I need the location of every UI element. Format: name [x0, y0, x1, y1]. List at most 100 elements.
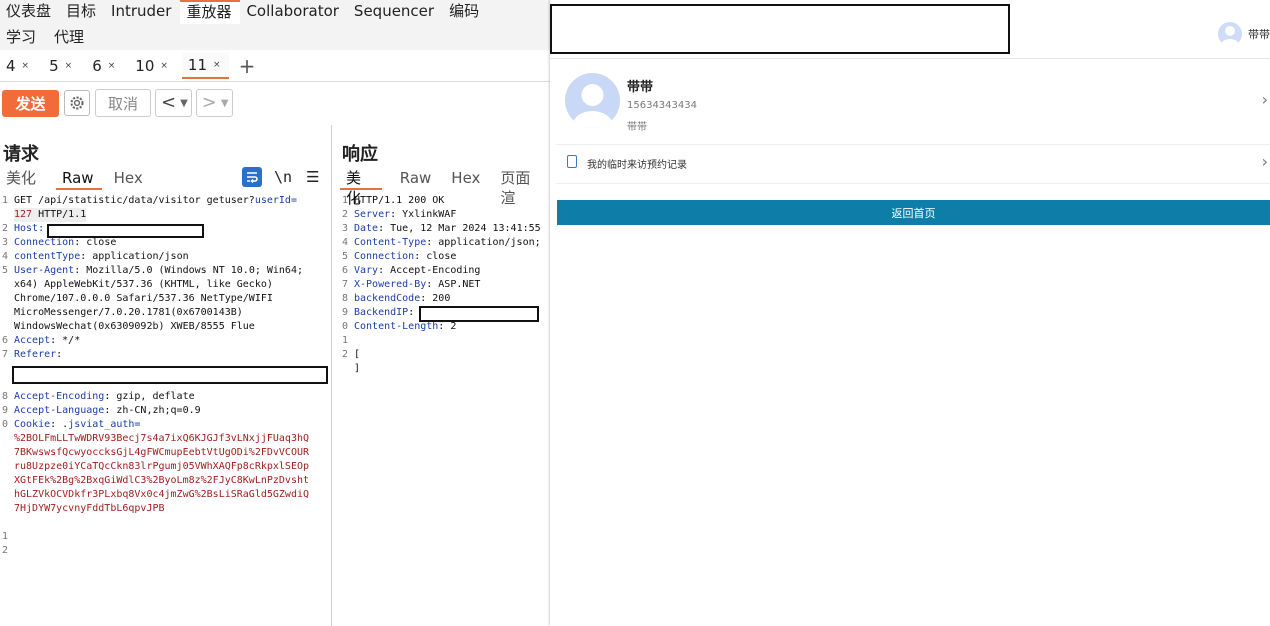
avatar: [565, 73, 620, 128]
redaction-box: [47, 224, 204, 238]
response-tab-hex[interactable]: Hex: [445, 168, 488, 190]
line-number: 3: [2, 237, 9, 248]
response-tab-pretty[interactable]: 美化: [340, 168, 382, 207]
code-line: ru8Uzpze0iYCaTQcCkn83lrPgumj05VWhXAQFp8c…: [14, 461, 310, 472]
code-line: %2BOLFmLLTwWDRV93Becj7s4a7ixQ6KJGJf3vLNx…: [14, 433, 310, 444]
nav-target[interactable]: 目标: [60, 0, 105, 24]
code-line: X-Powered-By: ASP.NET: [354, 279, 481, 290]
line-number: 4: [342, 237, 349, 248]
nav-intruder[interactable]: Intruder: [105, 0, 180, 24]
nav-dashboard[interactable]: 仪表盘: [0, 0, 60, 24]
chevron-down-icon[interactable]: ▼: [221, 98, 229, 109]
code-line: WindowsWechat(0x6309092b) XWEB/8555 Flue: [14, 321, 255, 332]
chevron-left-icon[interactable]: <: [159, 92, 178, 114]
code-line: Connection: close: [354, 251, 457, 262]
menu-icon[interactable]: ☰: [306, 168, 319, 186]
close-icon[interactable]: ×: [213, 60, 221, 70]
code-line: x64) AppleWebKit/537.36 (KHTML, like Gec…: [14, 279, 273, 290]
cancel-button[interactable]: 取消: [95, 89, 151, 117]
newline-toggle-icon[interactable]: \n: [274, 168, 292, 186]
code-line: GET /api/statistic/data/visitor getuser?…: [14, 195, 297, 206]
code-line: contentType: application/json: [14, 251, 189, 262]
response-editor[interactable]: 1 HTTP/1.1 200 OK 2 Server: YxlinkWAF 3 Date:…: [342, 194, 548, 394]
code-line: Vary: Accept-Encoding: [354, 265, 481, 276]
profile-card[interactable]: 带带 15634343434 带带 ›: [556, 60, 1270, 145]
code-line: BackendIP:: [354, 307, 415, 318]
profile-nickname: 带带: [627, 122, 647, 133]
nav-collaborator[interactable]: Collaborator: [240, 0, 347, 24]
header-user-name: 带带: [1248, 28, 1270, 41]
request-editor[interactable]: 1 GET /api/statistic/data/visitor getuser…: [2, 194, 328, 614]
tab-label: 10: [135, 57, 155, 75]
nav-sequencer[interactable]: Sequencer: [348, 0, 443, 24]
request-title: 请求: [3, 144, 39, 165]
code-line: User-Agent: Mozilla/5.0 (Windows NT 10.0…: [14, 265, 303, 276]
code-line: Content-Type: application/json;: [354, 237, 541, 248]
close-icon[interactable]: ×: [65, 61, 73, 71]
line-number: 1: [342, 335, 349, 346]
panel-divider[interactable]: [331, 125, 332, 626]
tab-label: 11: [187, 56, 208, 74]
repeater-tab-10[interactable]: 10 ×: [129, 53, 176, 79]
wechat-header: 带带: [550, 0, 1270, 59]
line-number: 3: [342, 223, 349, 234]
close-icon[interactable]: ×: [108, 61, 116, 71]
line-number: 7: [342, 279, 349, 290]
return-home-button[interactable]: 返回首页: [557, 200, 1270, 225]
repeater-tabs: 4 × 5 × 6 × 10 × 11 × +: [0, 51, 550, 82]
repeater-tab-5[interactable]: 5 ×: [43, 53, 80, 79]
nav-learn[interactable]: 学习: [0, 24, 48, 50]
line-number: 8: [342, 293, 349, 304]
line-number: 8: [2, 391, 9, 402]
request-tab-hex[interactable]: Hex: [108, 168, 151, 190]
chevron-right-icon[interactable]: >: [200, 92, 219, 114]
history-forward[interactable]: > ▼: [195, 89, 233, 117]
avatar-icon: [1218, 22, 1242, 46]
request-view-options: \n ☰: [242, 167, 320, 187]
code-line: XGtFEk%2Bg%2BxqGiWdlC3%2ByoLm8z%2FJyC8Kw…: [14, 475, 310, 486]
code-line: Chrome/107.0.0.0 Safari/537.36 NetType/W…: [14, 293, 273, 304]
line-number: 1: [2, 195, 9, 206]
line-number: 6: [2, 335, 9, 346]
repeater-tab-11[interactable]: 11 ×: [181, 53, 229, 79]
request-tab-pretty[interactable]: 美化: [0, 168, 44, 190]
response-view-tabs: 美化 Raw Hex 页面渲: [340, 168, 550, 207]
line-number: 5: [2, 265, 9, 276]
close-icon[interactable]: ×: [160, 61, 168, 71]
send-button[interactable]: 发送: [2, 89, 59, 117]
request-tab-raw[interactable]: Raw: [56, 168, 102, 190]
redaction-box: [419, 306, 539, 322]
gear-icon[interactable]: [64, 90, 90, 116]
code-line: Cookie: .jsviat_auth=: [14, 419, 141, 430]
line-number: 9: [342, 307, 349, 318]
response-tab-raw[interactable]: Raw: [394, 168, 440, 190]
line-number: 0: [2, 419, 9, 430]
word-wrap-icon[interactable]: [242, 167, 262, 187]
nav-proxy[interactable]: 代理: [48, 24, 96, 50]
line-number: 9: [2, 405, 9, 416]
chevron-down-icon[interactable]: ▼: [180, 98, 188, 109]
top-nav: 仪表盘 目标 Intruder 重放器 Collaborator Sequenc…: [0, 0, 550, 24]
profile-name: 带带: [627, 80, 654, 95]
header-user[interactable]: 带带: [1218, 22, 1270, 46]
code-line: Date: Tue, 12 Mar 2024 13:41:55: [354, 223, 541, 234]
code-line: [: [354, 349, 361, 360]
tab-label: 4: [6, 57, 16, 75]
add-tab-icon[interactable]: +: [239, 53, 256, 79]
close-icon[interactable]: ×: [22, 61, 30, 71]
code-line: Connection: close: [14, 237, 117, 248]
line-number: 5: [342, 251, 349, 262]
nav-repeater[interactable]: 重放器: [180, 0, 241, 24]
repeater-tab-4[interactable]: 4 ×: [0, 53, 37, 79]
repeater-tab-6[interactable]: 6 ×: [86, 53, 123, 79]
tab-label: 6: [92, 57, 102, 75]
wechat-webview: 带带 带带 15634343434 带带 › 我的临时来访预约记录 › 返回首页: [550, 0, 1270, 626]
request-view-tabs: 美化 Raw Hex: [0, 168, 151, 190]
line-number: 2: [342, 349, 349, 360]
code-line: HTTP/1.1 200 OK: [354, 195, 445, 206]
nav-decoder[interactable]: 编码: [443, 0, 488, 24]
code-line: 7BKwswsfQcwyoccksGjL4gFWCmupEebtVtUgODi%…: [14, 447, 310, 458]
response-tab-render[interactable]: 页面渲: [494, 168, 550, 207]
history-back[interactable]: < ▼: [155, 89, 192, 117]
visit-record-row[interactable]: 我的临时来访预约记录 ›: [556, 145, 1270, 184]
